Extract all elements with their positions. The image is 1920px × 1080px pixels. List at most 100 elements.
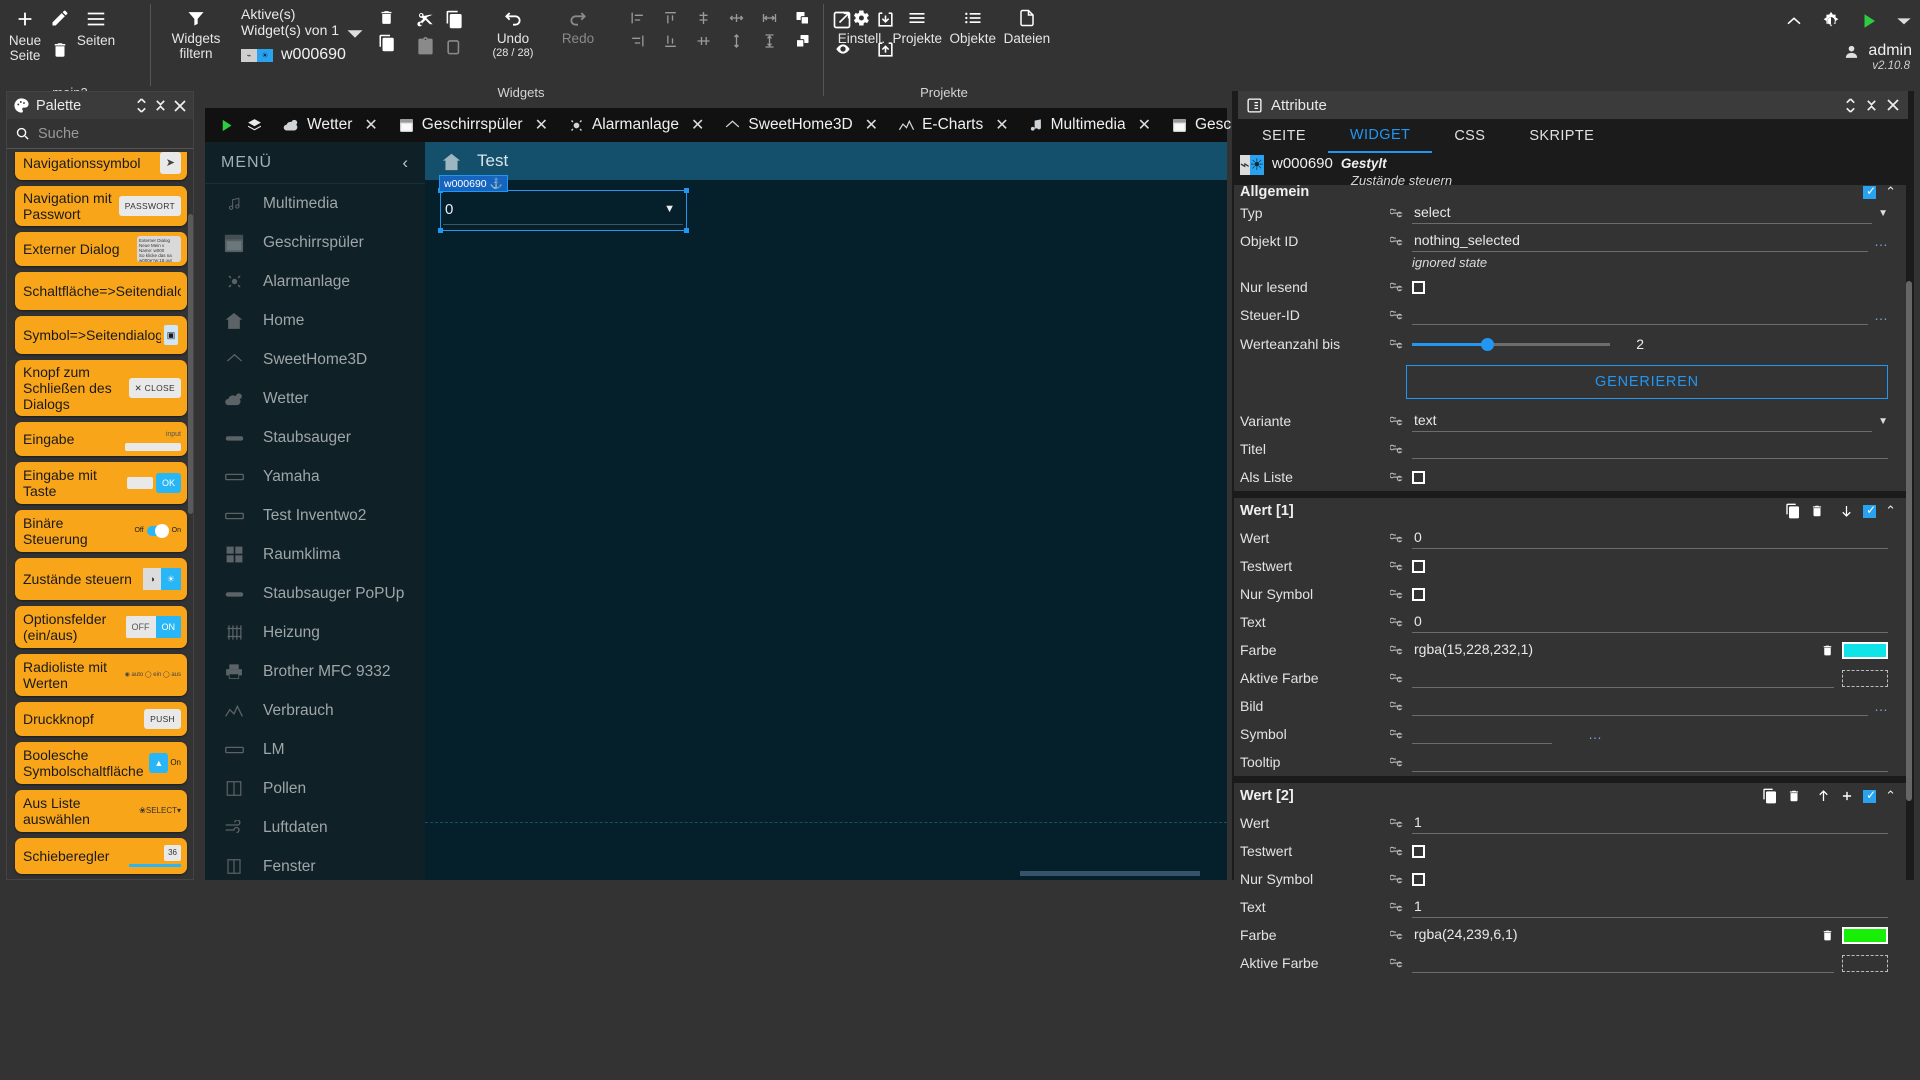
aktive-farbe-value[interactable] <box>1412 668 1834 688</box>
steuer-id-input[interactable] <box>1412 305 1868 325</box>
redo-button[interactable]: Redo <box>548 0 608 46</box>
menu-item-yamaha[interactable]: Yamaha <box>205 457 425 496</box>
attribute-scrollbar[interactable] <box>1906 281 1912 801</box>
theme-toggle-icon[interactable] <box>1820 10 1842 32</box>
collapse-icon[interactable] <box>154 97 167 114</box>
tab-multimedia[interactable]: Multimedia ✕ <box>1019 108 1161 142</box>
menu-item-heizung[interactable]: Heizung <box>205 613 425 652</box>
palette-list[interactable]: Navigationssymbol ➤ Navigation mit Passw… <box>7 152 193 879</box>
collapse-icon[interactable] <box>1865 97 1878 114</box>
align-left-icon[interactable] <box>628 10 647 26</box>
nur-symbol-checkbox[interactable] <box>1412 587 1425 601</box>
trash-icon[interactable] <box>1810 503 1824 519</box>
testwert-checkbox[interactable] <box>1412 844 1425 858</box>
palette-search[interactable]: Suche <box>7 119 193 149</box>
tab-widget[interactable]: WIDGET <box>1327 120 1433 153</box>
aktive-farbe-value[interactable] <box>1412 953 1834 973</box>
fit-width-icon[interactable] <box>760 10 779 26</box>
palette-item[interactable]: Eingabe input <box>15 422 187 456</box>
tab-e-charts[interactable]: E-Charts ✕ <box>888 108 1019 142</box>
text-input[interactable]: 0 <box>1412 612 1888 633</box>
close-icon[interactable] <box>1886 98 1900 112</box>
home-icon[interactable] <box>425 152 477 171</box>
link-icon[interactable] <box>1390 817 1412 829</box>
move-up-icon[interactable] <box>1816 788 1831 804</box>
tab-geschirrspueler[interactable]: Geschirrspüler ✕ <box>388 108 558 142</box>
chevron-down-icon[interactable]: ▼ <box>664 203 675 215</box>
palette-item[interactable]: Symbol=>Seitendialog ▣ <box>15 316 187 354</box>
clipboard-icon[interactable] <box>445 37 464 56</box>
color-swatch[interactable] <box>1842 641 1888 659</box>
nur-symbol-checkbox[interactable] <box>1412 872 1425 886</box>
close-icon[interactable] <box>173 99 187 113</box>
trash-icon[interactable] <box>51 40 69 60</box>
color-swatch[interactable] <box>1842 926 1888 944</box>
objekt-id-input[interactable]: nothing_selected <box>1412 231 1868 252</box>
link-icon[interactable] <box>1390 532 1412 544</box>
state-inactive-icon[interactable]: ⌁ <box>1240 155 1250 175</box>
tab-wetter[interactable]: Wetter ✕ <box>273 108 388 142</box>
color-swatch-empty[interactable] <box>1842 954 1888 972</box>
link-icon[interactable] <box>1390 588 1412 600</box>
werteanzahl-slider[interactable] <box>1412 337 1610 351</box>
distribute-horizontal-icon[interactable] <box>727 10 746 26</box>
menu-item-multimedia[interactable]: Multimedia <box>205 184 425 223</box>
fit-height-icon[interactable] <box>760 33 779 49</box>
chevron-down-icon[interactable]: ▼ <box>1878 416 1888 427</box>
menu-item-raumklima[interactable]: Raumklima <box>205 535 425 574</box>
resize-handle-sw[interactable] <box>438 228 443 233</box>
chevron-up-icon[interactable]: ⌃ <box>1885 185 1896 199</box>
add-icon[interactable] <box>1840 789 1854 803</box>
testwert-checkbox[interactable] <box>1412 559 1425 573</box>
palette-item[interactable]: Eingabe mit Taste OK <box>15 462 187 504</box>
close-icon[interactable]: ✕ <box>364 115 377 135</box>
menu-item-wetter[interactable]: Wetter <box>205 379 425 418</box>
delete-widget-icon[interactable] <box>378 8 396 27</box>
typ-select[interactable]: select <box>1412 203 1873 224</box>
section-header-wert-2[interactable]: Wert [2] ⌃ <box>1234 783 1906 809</box>
link-icon[interactable] <box>1390 471 1412 483</box>
pages-button[interactable]: Seiten <box>70 0 122 48</box>
play-tab-icon[interactable] <box>211 118 242 133</box>
palette-item[interactable]: Navigation mit Passwort PASSWORT <box>15 186 187 226</box>
pencil-icon[interactable] <box>50 8 70 28</box>
chevron-down-icon[interactable]: ▼ <box>1878 208 1888 219</box>
chevron-up-icon[interactable]: ⌃ <box>1885 503 1896 519</box>
link-icon[interactable] <box>1390 309 1412 321</box>
distribute-vertical-icon[interactable] <box>727 33 746 49</box>
more-options-icon[interactable]: … <box>1874 698 1888 714</box>
menu-collapse-icon[interactable]: ‹ <box>402 153 409 173</box>
tab-sweethome3d[interactable]: SweetHome3D ✕ <box>714 108 888 142</box>
undo-button[interactable]: Undo (28 / 28) <box>478 0 548 61</box>
close-icon[interactable]: ✕ <box>865 115 878 135</box>
link-icon[interactable] <box>1390 235 1412 247</box>
close-icon[interactable]: ✕ <box>1138 115 1151 135</box>
resize-handle-ne[interactable] <box>684 188 689 193</box>
menu-item-brother-mfc-9332[interactable]: Brother MFC 9332 <box>205 652 425 691</box>
link-icon[interactable] <box>1390 901 1412 913</box>
canvas-horizontal-scrollbar[interactable] <box>1020 871 1200 876</box>
link-icon[interactable] <box>1390 338 1412 350</box>
section-enabled-checkbox[interactable] <box>1863 788 1876 803</box>
cut-icon[interactable] <box>416 10 435 29</box>
copy-icon[interactable] <box>445 10 464 29</box>
section-enabled-checkbox[interactable] <box>1863 503 1876 518</box>
link-icon[interactable] <box>1390 281 1412 293</box>
palette-item[interactable]: Binäre Steuerung Off On <box>15 510 187 552</box>
link-icon[interactable] <box>1390 873 1412 885</box>
generate-button[interactable]: GENERIEREN <box>1406 365 1888 399</box>
more-options-icon[interactable]: … <box>1588 726 1602 742</box>
link-icon[interactable] <box>1390 957 1412 969</box>
chevron-down-icon[interactable] <box>1896 15 1912 27</box>
bring-front-icon[interactable] <box>793 10 812 26</box>
palette-item[interactable]: Druckknopf PUSH <box>15 702 187 736</box>
send-back-icon[interactable] <box>793 33 812 49</box>
menu-item-geschirrspueler[interactable]: Geschirrspüler <box>205 223 425 262</box>
move-down-icon[interactable] <box>1839 503 1854 519</box>
bild-input[interactable] <box>1412 696 1868 716</box>
align-center-vertical-icon[interactable] <box>694 33 713 49</box>
palette-item[interactable]: Boolesche Symbolschaltfläche ▲ On <box>15 742 187 784</box>
select-widget[interactable]: 0 ▼ <box>443 194 683 225</box>
clear-color-icon[interactable] <box>1821 643 1834 658</box>
menu-item-alarmanlage[interactable]: Alarmanlage <box>205 262 425 301</box>
